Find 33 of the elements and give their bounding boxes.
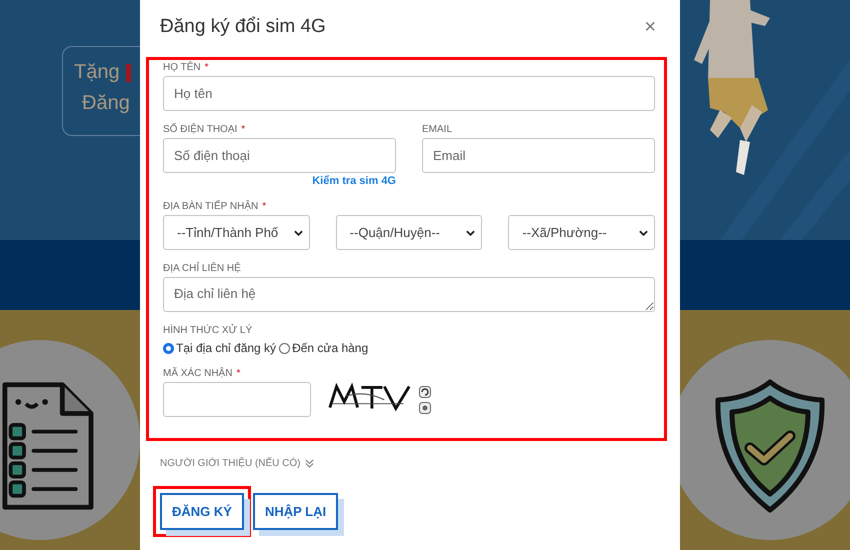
input-field[interactable]: Họ tên — [163, 76, 655, 111]
double-chevron-icon[interactable] — [304, 459, 314, 468]
field-label: MÃ XÁC NHẬN — [163, 368, 232, 379]
promo-text: Tặng — [74, 61, 120, 84]
field-label: HÌNH THỨC XỬ LÝ — [163, 325, 252, 336]
input-field[interactable]: Email — [422, 138, 655, 173]
close-button[interactable]: × — [638, 16, 662, 38]
field-label: SỐ ĐIỆN THOẠI — [163, 124, 238, 135]
select-field[interactable]: --Tỉnh/Thành Phố — [163, 215, 310, 250]
promo-text: Đăng — [82, 92, 130, 115]
chevron-down-icon — [466, 230, 476, 236]
required-mark: * — [236, 368, 240, 379]
required-mark: * — [204, 62, 209, 73]
referrer-toggle[interactable]: NGƯỜI GIỚI THIỆU (NẾU CÓ) — [160, 458, 301, 469]
check-sim-link[interactable]: Kiểm tra sim 4G — [312, 175, 396, 187]
field-label: HỌ TÊN — [163, 62, 201, 73]
radio-option[interactable]: Tại địa chỉ đăng ký — [163, 341, 276, 355]
input-field[interactable] — [163, 382, 311, 417]
refresh-icon[interactable] — [419, 386, 431, 398]
required-mark: * — [262, 201, 266, 212]
select-field[interactable]: --Xã/Phường-- — [508, 215, 656, 250]
accent-bar — [126, 64, 131, 82]
field-label: EMAIL — [422, 124, 452, 135]
chevron-down-icon — [639, 230, 648, 236]
field-label: ĐỊA CHỈ LIÊN HỆ — [163, 263, 241, 274]
required-mark: * — [241, 124, 246, 135]
field-label: ĐỊA BÀN TIẾP NHẬN — [163, 201, 258, 212]
textarea-field[interactable]: Địa chỉ liên hệ — [163, 277, 655, 312]
radio-option[interactable]: Đến cửa hàng — [279, 341, 368, 355]
chevron-down-icon — [294, 230, 303, 236]
dialog-title: Đăng ký đổi sim 4G — [160, 16, 326, 38]
select-field[interactable]: --Quận/Huyện-- — [336, 215, 482, 250]
input-field[interactable]: Số điện thoại — [163, 138, 396, 173]
